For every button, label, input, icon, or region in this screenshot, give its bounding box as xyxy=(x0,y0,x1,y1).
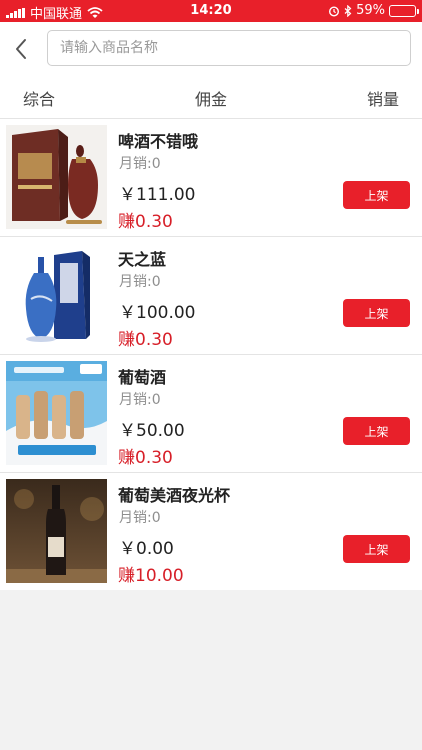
product-name: 葡萄酒 xyxy=(118,368,167,387)
product-list: 啤酒不错哦 月销:0 ￥111.00 赚0.30 上架 天之蓝 月销:0 ￥10… xyxy=(0,118,422,590)
product-name: 啤酒不错哦 xyxy=(118,132,199,151)
product-name: 葡萄美酒夜光杯 xyxy=(118,486,231,505)
product-image xyxy=(6,361,107,465)
sort-tabs: 综合 佣金 销量 xyxy=(0,78,422,118)
monthly-sales: 月销:0 xyxy=(119,510,161,526)
tab-sales[interactable]: 销量 xyxy=(367,86,399,110)
product-image xyxy=(6,125,107,229)
product-row[interactable]: 葡萄酒 月销:0 ￥50.00 赚0.30 上架 xyxy=(0,354,422,472)
monthly-sales: 月销:0 xyxy=(119,156,161,172)
product-price: ￥50.00 xyxy=(119,421,185,441)
product-price: ￥0.00 xyxy=(119,539,174,559)
product-name: 天之蓝 xyxy=(118,250,167,269)
chevron-left-icon xyxy=(16,39,26,59)
header xyxy=(0,22,422,78)
list-on-shelf-button[interactable]: 上架 xyxy=(343,299,410,327)
alarm-icon xyxy=(329,5,340,17)
product-row[interactable]: 啤酒不错哦 月销:0 ￥111.00 赚0.30 上架 xyxy=(0,118,422,236)
bluetooth-icon xyxy=(344,4,352,17)
battery-icon xyxy=(389,4,419,17)
back-button[interactable] xyxy=(8,34,34,64)
commission-earn: 赚10.00 xyxy=(118,566,184,586)
list-on-shelf-button[interactable]: 上架 xyxy=(343,181,410,209)
monthly-sales: 月销:0 xyxy=(119,392,161,408)
commission-earn: 赚0.30 xyxy=(118,212,173,232)
monthly-sales: 月销:0 xyxy=(119,274,161,290)
product-row[interactable]: 葡萄美酒夜光杯 月销:0 ￥0.00 赚10.00 上架 xyxy=(0,472,422,590)
product-image xyxy=(6,479,107,583)
product-price: ￥100.00 xyxy=(119,303,196,323)
commission-earn: 赚0.30 xyxy=(118,448,173,468)
search-input[interactable] xyxy=(47,30,411,66)
product-image xyxy=(6,243,107,347)
list-on-shelf-button[interactable]: 上架 xyxy=(343,417,410,445)
list-on-shelf-button[interactable]: 上架 xyxy=(343,535,410,563)
battery-percentage: 59% xyxy=(356,3,385,18)
product-price: ￥111.00 xyxy=(119,185,196,205)
tab-commission[interactable]: 佣金 xyxy=(0,86,422,110)
product-row[interactable]: 天之蓝 月销:0 ￥100.00 赚0.30 上架 xyxy=(0,236,422,354)
commission-earn: 赚0.30 xyxy=(118,330,173,350)
status-bar: 中国联通 14:20 59% xyxy=(0,0,422,22)
